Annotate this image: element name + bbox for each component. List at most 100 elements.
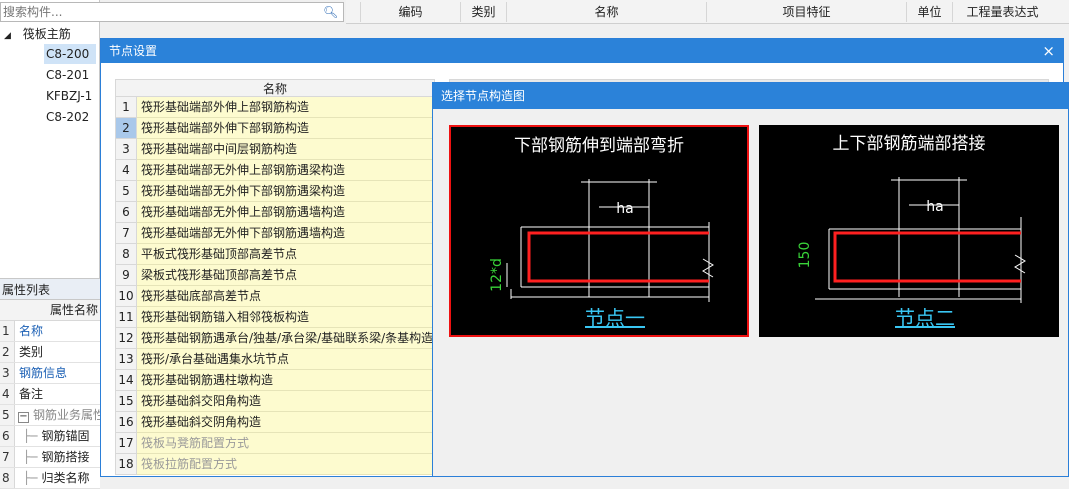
expand-triangle-icon[interactable]: ◢: [4, 31, 11, 41]
node-row-number[interactable]: 17: [115, 433, 137, 454]
property-row[interactable]: 3 钢筋信息: [0, 363, 100, 384]
tree-item-c8-202[interactable]: C8-202: [44, 107, 96, 127]
node-row-name[interactable]: 筏形基础端部无外伸下部钢筋遇梁构造: [137, 181, 435, 202]
tree-item-label: C8-201: [46, 68, 90, 82]
node-row-number[interactable]: 10: [115, 286, 137, 307]
row-number: 1: [0, 321, 15, 341]
property-row[interactable]: 2 类别: [0, 342, 100, 363]
node-row-name[interactable]: 筏形基础钢筋遇柱墩构造: [137, 370, 435, 391]
node-row-number[interactable]: 15: [115, 391, 137, 412]
tree-item-kfbzj-1[interactable]: KFBZJ-1: [44, 86, 96, 106]
property-name: 归类名称: [41, 471, 90, 485]
select-node-diagram-title: 选择节点构造图: [433, 83, 1068, 109]
node-row-name[interactable]: 筏板拉筋配置方式: [137, 454, 435, 475]
node-row-number[interactable]: 11: [115, 307, 137, 328]
row-number: 8: [0, 468, 15, 488]
column-header-category[interactable]: 类别: [460, 2, 506, 22]
name-column-header: 名称: [115, 79, 435, 97]
tree-root-node[interactable]: ◢ 筏板主筋: [4, 24, 71, 44]
node-row-number[interactable]: 3: [115, 139, 137, 160]
search-input[interactable]: [1, 3, 305, 21]
column-header-code[interactable]: 编码: [360, 2, 460, 22]
tree-item-c8-201[interactable]: C8-201: [44, 65, 96, 85]
row-number: 3: [0, 363, 15, 383]
diagram-heading: 下部钢筋伸到端部弯折: [514, 136, 684, 156]
tree-branch-line: ├─: [23, 450, 38, 464]
tree-item-label: C8-202: [46, 110, 90, 124]
node-row-name[interactable]: 筏形/承台基础遇集水坑节点: [137, 349, 435, 370]
node-row-number[interactable]: 2: [115, 118, 137, 139]
node-row-name[interactable]: 筏形基础端部无外伸上部钢筋遇墙构造: [137, 202, 435, 223]
close-icon[interactable]: ×: [1042, 39, 1055, 63]
column-header-features[interactable]: 项目特征: [706, 2, 906, 22]
quantity-grid-header: 编码 类别 名称 项目特征 单位 工程量表达式: [346, 0, 1069, 24]
node-row-number[interactable]: 9: [115, 265, 137, 286]
property-row[interactable]: 7 ├─ 钢筋搭接: [0, 447, 100, 468]
column-header-name[interactable]: 名称: [506, 2, 706, 22]
property-name: 钢筋业务属性: [33, 408, 100, 422]
node-label: 节点一: [585, 306, 645, 330]
node-row-name[interactable]: 筏形基础斜交阴角构造: [137, 412, 435, 433]
node-row-name[interactable]: 筏形基础端部外伸下部钢筋构造: [137, 118, 435, 139]
node-row-name[interactable]: 筏板马凳筋配置方式: [137, 433, 435, 454]
dimension-ha-label: ha: [926, 199, 943, 215]
diagram-option-node-1[interactable]: 下部钢筋伸到端部弯折 ha 12*d 节点一: [449, 125, 749, 337]
property-name: 钢筋搭接: [41, 450, 90, 464]
column-header-expression[interactable]: 工程量表达式: [952, 2, 1052, 22]
node-row-number[interactable]: 18: [115, 454, 137, 475]
diagram-heading: 上下部钢筋端部搭接: [833, 134, 986, 154]
property-row[interactable]: 8 ├─ 归类名称: [0, 468, 100, 489]
node-label: 节点二: [895, 306, 955, 330]
node-row-name[interactable]: 筏形基础端部无外伸下部钢筋遇墙构造: [137, 223, 435, 244]
property-list-header: 属性列表: [0, 278, 100, 300]
property-name: 名称: [19, 324, 44, 338]
node-row-name[interactable]: 梁板式筏形基础顶部高差节点: [137, 265, 435, 286]
property-name: 钢筋锚固: [41, 429, 90, 443]
row-number: 7: [0, 447, 15, 467]
property-row[interactable]: 5− 钢筋业务属性: [0, 405, 100, 426]
property-row[interactable]: 4 备注: [0, 384, 100, 405]
collapse-box-icon[interactable]: −: [18, 412, 29, 423]
node-row-name[interactable]: 筏形基础端部无外伸上部钢筋遇梁构造: [137, 160, 435, 181]
node-row-name[interactable]: 筏形基础端部中间层钢筋构造: [137, 139, 435, 160]
node-row-name[interactable]: 筏形基础钢筋锚入相邻筏板构造: [137, 307, 435, 328]
node-row-number[interactable]: 5: [115, 181, 137, 202]
search-box[interactable]: 🔍︎: [0, 2, 344, 22]
node-row-name[interactable]: 平板式筏形基础顶部高差节点: [137, 244, 435, 265]
property-row[interactable]: 6 ├─ 钢筋锚固: [0, 426, 100, 447]
node-row-name[interactable]: 筏形基础斜交阳角构造: [137, 391, 435, 412]
diagram-option-node-2[interactable]: 上下部钢筋端部搭接 ha 150 节点二: [759, 125, 1059, 337]
property-name: 钢筋信息: [19, 366, 68, 380]
slab-outline: [815, 177, 1026, 303]
node-row-number[interactable]: 1: [115, 97, 137, 118]
tree-branch-line: ├─: [23, 471, 38, 485]
node-row-number[interactable]: 7: [115, 223, 137, 244]
property-name: 类别: [19, 345, 44, 359]
node-row-number[interactable]: 4: [115, 160, 137, 181]
rebar-lap-line: [833, 231, 1021, 283]
tree-item-c8-200[interactable]: C8-200: [44, 44, 96, 64]
dimension-ha-label: ha: [616, 201, 633, 217]
node-row-number[interactable]: 12: [115, 328, 137, 349]
node-row-number[interactable]: 14: [115, 370, 137, 391]
column-header-unit[interactable]: 单位: [906, 2, 952, 22]
node-row-name[interactable]: 筏形基础端部外伸上部钢筋构造: [137, 97, 435, 118]
node-row-name[interactable]: 筏形基础钢筋遇承台/独基/承台梁/基础联系梁/条基构造: [137, 328, 435, 349]
tree-item-label: KFBZJ-1: [46, 89, 93, 103]
search-icon[interactable]: 🔍︎: [323, 5, 338, 19]
node-row-number[interactable]: 6: [115, 202, 137, 223]
node-row-number[interactable]: 8: [115, 244, 137, 265]
select-node-diagram-dialog: 选择节点构造图 下部钢筋伸到端部弯折 ha 12*d 节点一 上下部钢筋端部搭接…: [432, 82, 1069, 477]
property-name-column-header: 属性名称: [0, 300, 100, 321]
tree-branch-line: ├─: [23, 429, 38, 443]
rebar-bent-line: [527, 231, 709, 283]
property-row[interactable]: 1 名称: [0, 321, 100, 342]
node-row-number[interactable]: 13: [115, 349, 137, 370]
node-row-number[interactable]: 16: [115, 412, 137, 433]
property-name: 备注: [19, 387, 44, 401]
row-number: 2: [0, 342, 15, 362]
dimension-side-label: 12*d: [489, 258, 505, 292]
tree-root-label: 筏板主筋: [22, 27, 71, 41]
node-row-name[interactable]: 筏形基础底部高差节点: [137, 286, 435, 307]
dimension-side-label: 150: [797, 242, 813, 269]
